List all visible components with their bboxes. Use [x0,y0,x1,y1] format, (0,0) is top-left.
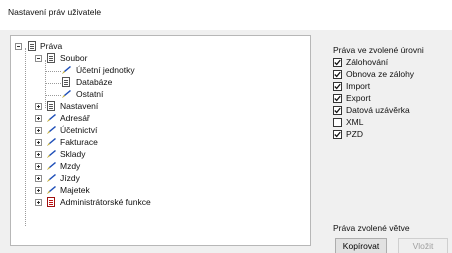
checkbox[interactable] [333,58,342,67]
tree-node-label: Účetnictví [60,125,98,135]
tree-node-label: Majetek [60,185,90,195]
tree-node-label: Účetní jednotky [76,65,135,75]
tree-node-fakturace[interactable]: Fakturace [35,136,185,148]
expand-icon[interactable] [35,127,42,134]
tree-node-jizdy[interactable]: Jízdy [35,172,185,184]
pen-icon [62,90,71,98]
tree-node-label: Nastavení [60,101,99,111]
main-panel: Práva Soubor Účetní jednotky Databáze Os… [0,30,452,253]
collapse-icon[interactable] [35,55,42,62]
checkmark-icon [334,107,341,114]
window-title: Nastavení práv uživatele [8,7,102,17]
checkmark-icon [334,71,341,78]
collapse-icon[interactable] [15,43,22,50]
pen-icon [47,162,56,170]
tree-node-label: Jízdy [60,173,80,183]
document-icon [47,101,55,111]
tree-connector [45,71,61,72]
checkmark-icon [334,131,341,138]
tree-node-adresar[interactable]: Adresář [35,112,185,124]
tree-node-label: Administrátorské funkce [60,197,151,207]
tree-connector [45,83,61,84]
rights-branch-heading: Práva zvolené větve [333,223,410,233]
tree-node-administratorske-funkce[interactable]: Administrátorské funkce [35,196,215,208]
checkbox[interactable] [333,70,342,79]
expand-icon[interactable] [35,139,42,146]
checkmark-icon [334,83,341,90]
copy-button[interactable]: Kopírovat [335,238,387,253]
tree-connector [25,48,26,226]
checkmark-icon [334,59,341,66]
rights-tree[interactable]: Práva Soubor Účetní jednotky Databáze Os… [10,35,311,246]
tree-node-label: Práva [40,41,63,51]
expand-icon[interactable] [35,163,42,170]
tree-node-label: Adresář [60,113,90,123]
tree-node-sklady[interactable]: Sklady [35,148,185,160]
expand-icon[interactable] [35,187,42,194]
paste-button[interactable]: Vložit [398,238,448,253]
document-icon [47,53,55,63]
pen-icon [47,126,56,134]
checkbox[interactable] [333,94,342,103]
tree-node-ucetnictvi[interactable]: Účetnictví [35,124,185,136]
pen-icon [47,150,56,158]
pen-icon [62,66,71,74]
expand-icon[interactable] [35,199,42,206]
document-icon [62,77,70,87]
tree-node-mzdy[interactable]: Mzdy [35,160,185,172]
tree-node-ostatni[interactable]: Ostatní [61,88,211,100]
checkbox-label: Zálohování [346,57,389,67]
checkmark-icon [334,95,341,102]
pen-icon [47,186,56,194]
checkbox-label: Import [346,81,371,91]
tree-connector [45,95,61,96]
pen-icon [47,174,56,182]
document-red-icon [47,197,55,207]
title-bar: Nastavení práv uživatele [0,0,452,30]
checkbox[interactable] [333,82,342,91]
expand-icon[interactable] [35,115,42,122]
expand-icon[interactable] [35,175,42,182]
tree-node-prava[interactable]: Práva [15,40,135,52]
rights-level-heading: Práva ve zvolené úrovni [333,45,424,55]
checkbox-label: PZD [346,129,363,139]
pen-icon [47,138,56,146]
tree-node-majetek[interactable]: Majetek [35,184,185,196]
checkbox[interactable] [333,106,342,115]
tree-node-ucetni-jednotky[interactable]: Účetní jednotky [61,64,211,76]
checkbox-label: XML [346,117,364,127]
tree-node-label: Soubor [60,53,88,63]
checkbox-label: Obnova ze zálohy [346,69,415,79]
tree-node-nastaveni[interactable]: Nastavení [35,100,185,112]
checkbox[interactable] [333,118,342,127]
tree-node-label: Sklady [60,149,86,159]
tree-node-label: Fakturace [60,137,98,147]
document-icon [28,41,36,51]
tree-node-soubor[interactable]: Soubor [35,52,155,64]
tree-node-label: Mzdy [60,161,81,171]
checkbox[interactable] [333,130,342,139]
expand-icon[interactable] [35,103,42,110]
tree-node-label: Databáze [76,77,113,87]
tree-node-label: Ostatní [76,89,104,99]
expand-icon[interactable] [35,151,42,158]
checkbox-label: Export [346,93,371,103]
pen-icon [47,114,56,122]
checkbox-label: Datová uzávěrka [346,105,410,115]
tree-node-databaze[interactable]: Databáze [61,76,211,88]
